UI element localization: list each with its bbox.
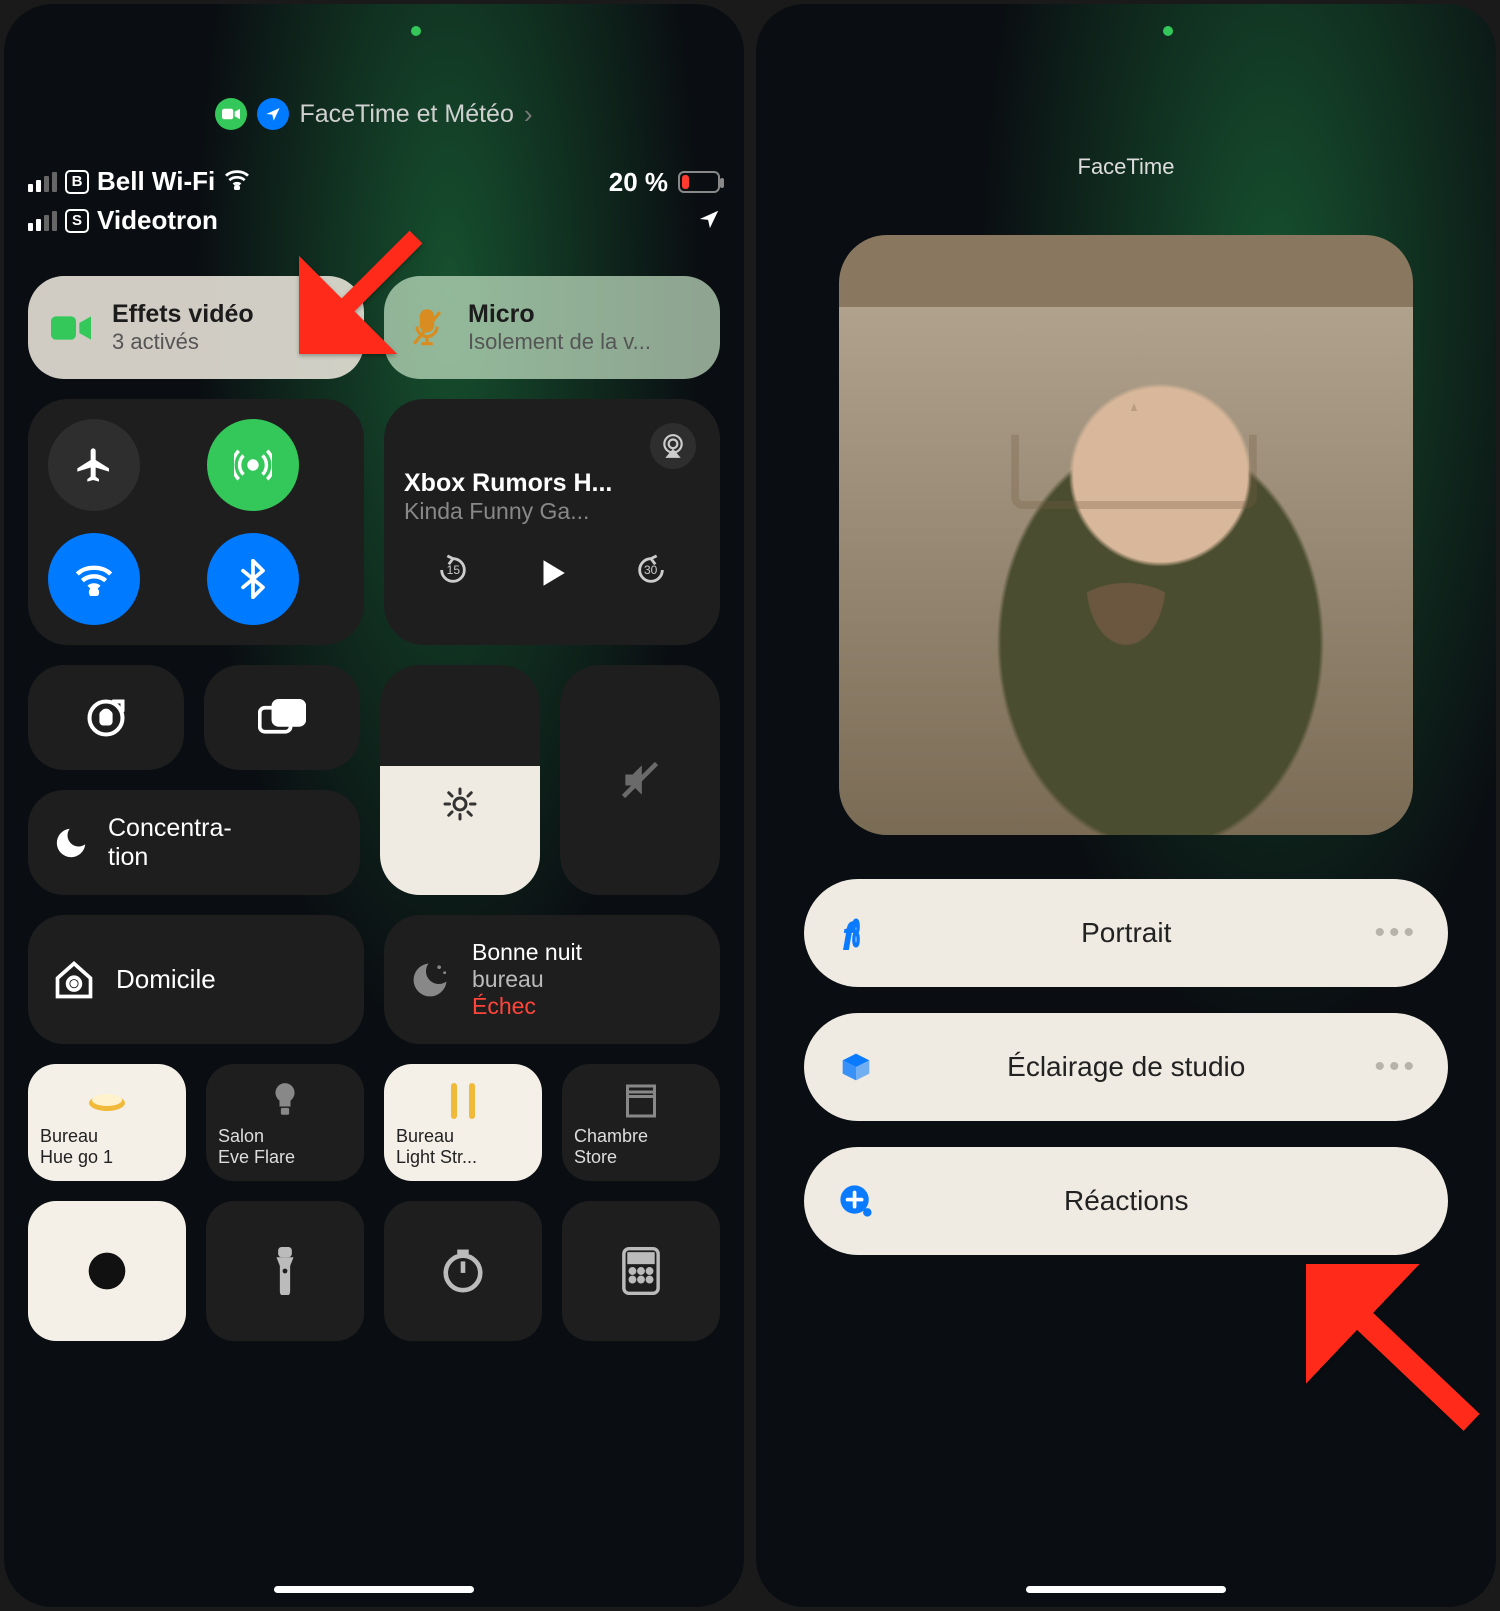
- video-effects-sub: 3 activés: [112, 329, 254, 355]
- annotation-arrow-reactions: [1306, 1264, 1486, 1449]
- skip-forward-button[interactable]: 30: [634, 553, 668, 601]
- focus-label: Concentra- tion: [108, 814, 232, 872]
- option-label: Réactions: [878, 1185, 1374, 1217]
- active-apps-label: FaceTime et Météo: [299, 100, 513, 129]
- more-icon[interactable]: •••: [1374, 916, 1418, 950]
- speaker-muted-icon: [618, 758, 662, 802]
- screen-mirroring-button[interactable]: [204, 665, 360, 770]
- mic-mode-card[interactable]: Micro Isolement de la v...: [384, 276, 720, 379]
- home-icon: [52, 958, 96, 1002]
- video-effects-card[interactable]: Effets vidéo 3 activés: [28, 276, 364, 379]
- light-strip-icon: [396, 1080, 530, 1122]
- carrier-2-name: Videotron: [97, 205, 218, 236]
- chevron-right-icon: ›: [524, 99, 533, 130]
- accessory-light-strip[interactable]: Bureau Light Str...: [384, 1064, 542, 1181]
- bluetooth-button[interactable]: [207, 533, 299, 625]
- home-label: Domicile: [116, 964, 216, 995]
- wifi-icon: [223, 166, 251, 197]
- sim-badge-1: B: [65, 170, 89, 194]
- connectivity-tile[interactable]: [28, 399, 364, 645]
- media-tile[interactable]: Xbox Rumors H... Kinda Funny Ga... 15 30: [384, 399, 720, 645]
- cellular-button[interactable]: [207, 419, 299, 511]
- signal-bars-icon: [28, 211, 57, 231]
- mic-muted-icon: [404, 305, 450, 351]
- blind-icon: [574, 1080, 708, 1122]
- timer-button[interactable]: [384, 1201, 542, 1341]
- carrier-1-name: Bell Wi-Fi: [97, 166, 215, 197]
- bulb-icon: [218, 1080, 352, 1122]
- carrier-2: S Videotron: [28, 205, 251, 236]
- accessories-row: Bureau Hue go 1 Salon Eve Flare Bureau L…: [28, 1064, 720, 1181]
- scene-status: Échec: [472, 993, 582, 1020]
- play-button[interactable]: [535, 554, 569, 601]
- mic-sub: Isolement de la v...: [468, 329, 651, 355]
- control-center-screen: FaceTime et Météo › B Bell Wi-Fi S Video…: [4, 4, 744, 1607]
- airplay-button[interactable]: [650, 423, 696, 469]
- aperture-icon: f: [834, 911, 878, 955]
- dark-mode-button[interactable]: [28, 1201, 186, 1341]
- wifi-button[interactable]: [48, 533, 140, 625]
- disc-light-icon: [40, 1080, 174, 1122]
- rotation-lock-button[interactable]: [28, 665, 184, 770]
- privacy-indicator-dot: [1163, 26, 1173, 36]
- volume-slider[interactable]: [560, 665, 720, 895]
- home-tile[interactable]: Domicile: [28, 915, 364, 1044]
- mic-title: Micro: [468, 300, 651, 329]
- media-subtitle: Kinda Funny Ga...: [404, 498, 700, 525]
- plus-bubble-icon: [834, 1179, 878, 1223]
- option-portrait[interactable]: f Portrait •••: [804, 879, 1448, 987]
- status-block: B Bell Wi-Fi S Videotron 20 %: [28, 166, 720, 236]
- video-effects-screen: FaceTime f Portrait ••• Éclairage de stu…: [756, 4, 1496, 1607]
- home-indicator[interactable]: [1026, 1586, 1226, 1593]
- location-icon: [257, 98, 289, 130]
- active-apps-pill[interactable]: FaceTime et Météo ›: [28, 98, 720, 130]
- brightness-slider[interactable]: [380, 665, 540, 895]
- scene-line1: Bonne nuit: [472, 939, 582, 966]
- signal-bars-icon: [28, 172, 57, 192]
- facetime-icon: [215, 98, 247, 130]
- focus-button[interactable]: Concentra- tion: [28, 790, 360, 895]
- option-studio-light[interactable]: Éclairage de studio •••: [804, 1013, 1448, 1121]
- sim-badge-2: S: [65, 209, 89, 233]
- option-label: Portrait: [878, 917, 1374, 949]
- battery-icon: [678, 171, 720, 193]
- page-title: FaceTime: [780, 154, 1472, 180]
- more-icon[interactable]: •••: [1374, 1050, 1418, 1084]
- home-indicator[interactable]: [274, 1586, 474, 1593]
- moon-stars-icon: [408, 958, 452, 1002]
- location-services-icon: [698, 208, 720, 236]
- cube-icon: [834, 1045, 878, 1089]
- goodnight-scene-tile[interactable]: Bonne nuit bureau Échec: [384, 915, 720, 1044]
- calculator-button[interactable]: [562, 1201, 720, 1341]
- accessory-store[interactable]: Chambre Store: [562, 1064, 720, 1181]
- airplane-mode-button[interactable]: [48, 419, 140, 511]
- privacy-indicator-dot: [411, 26, 421, 36]
- flashlight-button[interactable]: [206, 1201, 364, 1341]
- option-label: Éclairage de studio: [878, 1051, 1374, 1083]
- video-icon: [48, 305, 94, 351]
- carrier-1: B Bell Wi-Fi: [28, 166, 251, 197]
- camera-preview: [839, 235, 1413, 835]
- media-title: Xbox Rumors H...: [404, 469, 700, 498]
- accessory-eve-flare[interactable]: Salon Eve Flare: [206, 1064, 364, 1181]
- battery-percent: 20 %: [609, 167, 668, 198]
- sun-icon: [442, 786, 478, 822]
- video-effects-title: Effets vidéo: [112, 300, 254, 329]
- option-reactions[interactable]: Réactions •••: [804, 1147, 1448, 1255]
- skip-back-button[interactable]: 15: [436, 553, 470, 601]
- scene-line2: bureau: [472, 966, 582, 993]
- accessory-hue-go[interactable]: Bureau Hue go 1: [28, 1064, 186, 1181]
